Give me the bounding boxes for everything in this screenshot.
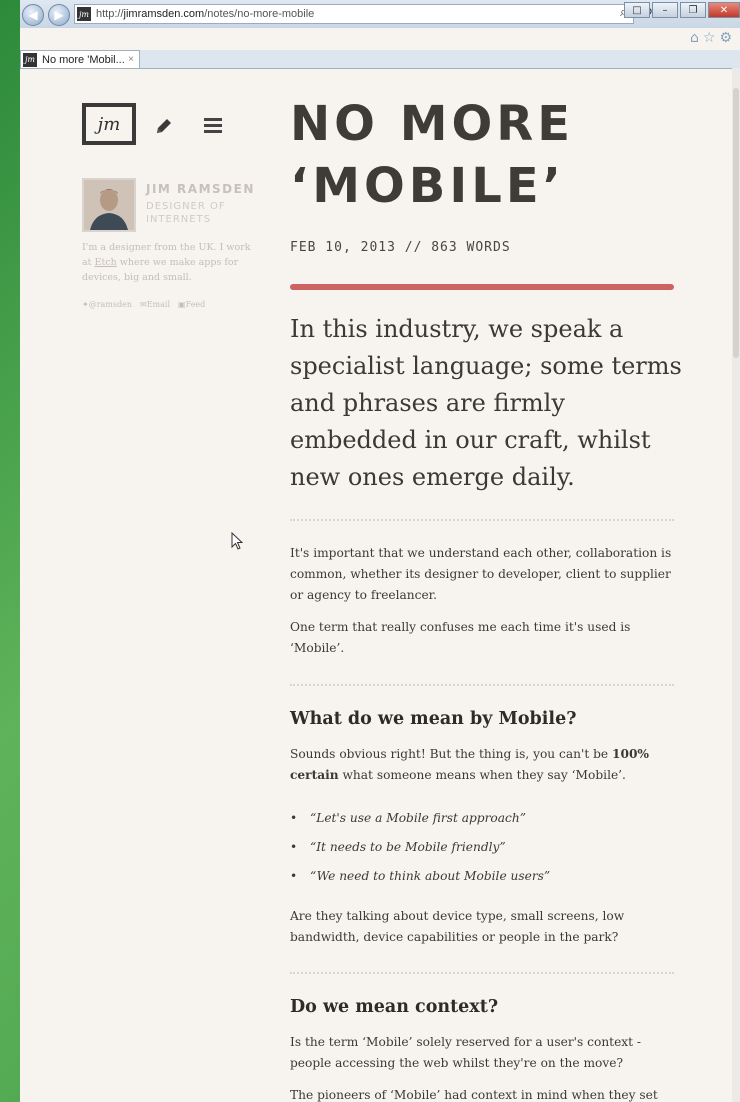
section-divider (290, 972, 674, 974)
twitter-bird-icon: ✦ (82, 300, 89, 309)
tab-bar: jm No more 'Mobil... × (20, 50, 740, 69)
author-avatar (82, 178, 136, 232)
post-lede: In this industry, we speak a specialist … (290, 315, 682, 491)
page-content: jm JIM RAMSDEN DESIGNER OF INTERNETS I'm… (20, 68, 732, 1102)
hamburger-menu-icon[interactable] (204, 118, 222, 134)
pencil-icon[interactable] (154, 116, 174, 136)
back-button[interactable]: ◀ (22, 4, 44, 26)
twitter-handle: @ramsden (88, 300, 132, 309)
close-button[interactable]: ✕ (708, 2, 740, 18)
section-divider (290, 684, 674, 686)
site-logo[interactable]: jm (82, 103, 136, 145)
address-bar[interactable]: jm http://jimramsden.com/notes/no-more-m… (74, 4, 634, 24)
vertical-scrollbar[interactable] (732, 68, 740, 1102)
forward-button[interactable]: ▶ (48, 4, 70, 26)
context-paragraphs: Is the term ‘Mobile’ solely reserved for… (290, 1032, 680, 1102)
settings-gear-icon[interactable]: ⚙ (719, 30, 736, 46)
site-favicon-icon: jm (77, 7, 91, 21)
list-item: • “Let's use a Mobile first approach” (290, 804, 680, 833)
email-label: Email (146, 300, 171, 309)
browser-toolbar: ◀ ▶ jm http://jimramsden.com/notes/no-mo… (20, 0, 740, 28)
author-role: DESIGNER OF INTERNETS (146, 201, 226, 225)
feed-link[interactable]: ▣Feed (178, 300, 205, 309)
paragraph: Is the term ‘Mobile’ solely reserved for… (290, 1035, 642, 1070)
tab-close-icon[interactable]: × (128, 54, 134, 65)
paragraph: Sounds obvious right! But the thing is, … (290, 744, 680, 786)
list-item-text: “Let's use a Mobile first approach” (310, 811, 526, 825)
section-divider (290, 519, 674, 521)
title-divider (290, 284, 674, 290)
paragraph-text: what someone means when they say ‘Mobile… (338, 768, 626, 782)
paragraph: One term that really confuses me each ti… (290, 620, 631, 655)
minimize-button[interactable]: – (652, 2, 678, 18)
paragraph: It's important that we understand each o… (290, 546, 672, 602)
tab-title: No more 'Mobil... (42, 53, 125, 66)
tab-no-more-mobile[interactable]: jm No more 'Mobil... × (20, 50, 140, 68)
intro-paragraphs: It's important that we understand each o… (290, 543, 680, 670)
avatar-portrait-icon (84, 180, 134, 230)
list-item-text: “It needs to be Mobile friendly” (310, 840, 506, 854)
list-item: • “We need to think about Mobile users” (290, 862, 680, 891)
scrollbar-thumb[interactable] (733, 88, 739, 358)
author-bio: I'm a designer from the UK. I work at Et… (82, 240, 252, 285)
tab-favicon-icon: jm (23, 52, 37, 67)
url-domain: jimramsden.com (123, 8, 205, 20)
quote-list: • “Let's use a Mobile first approach” • “I… (290, 804, 680, 891)
url-prefix: http:// (96, 8, 124, 20)
heading-what-do-we-mean: What do we mean by Mobile? (290, 709, 577, 729)
social-links: ✦@ramsden ✉Email ▣Feed (82, 300, 205, 309)
mouse-cursor-icon (231, 532, 243, 550)
email-link[interactable]: ✉Email (140, 300, 170, 309)
paragraph: Are they talking about device type, smal… (290, 909, 625, 944)
author-name: JIM RAMSDEN (146, 182, 255, 196)
maximize-button[interactable]: ❐ (680, 2, 706, 18)
rss-feed-icon: ▣ (178, 300, 186, 309)
heading-do-we-mean-context: Do we mean context? (290, 997, 499, 1017)
paragraph-text: Sounds obvious right! But the thing is, … (290, 747, 612, 761)
post-title: NO MORE ‘MOBILE’ (290, 96, 575, 214)
feed-label: Feed (185, 300, 206, 309)
twitter-link[interactable]: ✦@ramsden (82, 300, 132, 309)
browser-icons: ⌂☆⚙ (690, 30, 736, 46)
post-meta: FEB 10, 2013 // 863 WORDS (290, 240, 511, 255)
window-controls: □ – ❐ ✕ (622, 2, 740, 18)
list-item-text: “We need to think about Mobile users” (310, 869, 551, 883)
etch-link[interactable]: Etch (95, 257, 117, 268)
home-icon[interactable]: ⌂ (690, 30, 703, 46)
paragraph: The pioneers of ‘Mobile’ had context in … (290, 1088, 658, 1102)
browser-window: ◀ ▶ jm http://jimramsden.com/notes/no-mo… (20, 0, 740, 1102)
favorites-star-icon[interactable]: ☆ (703, 30, 720, 46)
list-item: • “It needs to be Mobile friendly” (290, 833, 680, 862)
restore-tabs-icon[interactable]: □ (624, 2, 650, 18)
url-path: /notes/no-more-mobile (204, 8, 315, 20)
email-icon: ✉ (140, 300, 147, 309)
